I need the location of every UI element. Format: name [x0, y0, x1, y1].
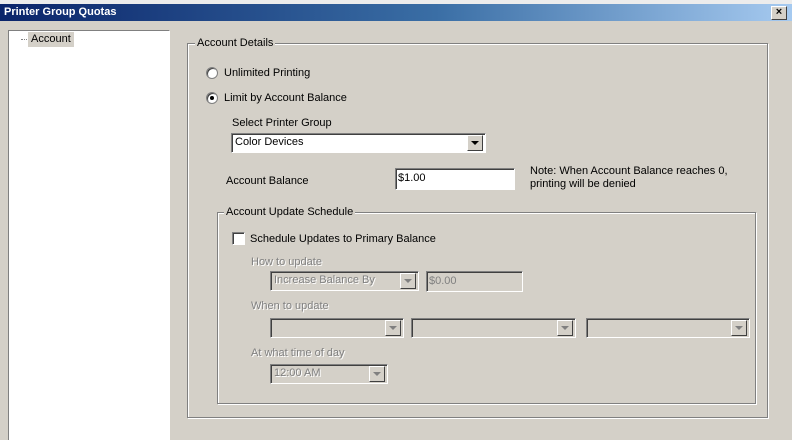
navigation-tree: Account — [8, 30, 170, 440]
chevron-down-icon — [471, 141, 479, 145]
when-dropdown-button-3[interactable] — [731, 320, 747, 336]
chevron-down-icon — [389, 326, 397, 330]
printer-group-select[interactable]: Color Devices — [231, 133, 486, 153]
account-balance-input[interactable]: $1.00 — [395, 168, 515, 190]
when-to-update-label: When to update — [251, 300, 329, 312]
schedule-updates-checkbox[interactable] — [232, 232, 245, 245]
when-to-update-select-3[interactable] — [586, 318, 750, 338]
update-amount-input[interactable]: $0.00 — [426, 271, 523, 292]
chevron-down-icon — [373, 372, 381, 376]
when-dropdown-button-2[interactable] — [557, 320, 573, 336]
radio-selected-dot — [210, 96, 214, 100]
when-to-update-select-2[interactable] — [411, 318, 576, 338]
printer-group-label: Select Printer Group — [232, 117, 332, 129]
how-to-update-label: How to update — [251, 256, 322, 268]
chevron-down-icon — [404, 279, 412, 283]
time-of-day-label: At what time of day — [251, 347, 345, 359]
printer-group-value: Color Devices — [235, 136, 304, 148]
unlimited-printing-radio[interactable] — [206, 67, 218, 79]
printer-group-dropdown-button[interactable] — [467, 135, 483, 151]
close-icon: × — [775, 6, 783, 18]
tree-item-account[interactable]: Account — [28, 32, 74, 47]
schedule-updates-label[interactable]: Schedule Updates to Primary Balance — [250, 233, 436, 246]
when-to-update-select-1[interactable] — [270, 318, 404, 338]
time-of-day-select[interactable]: 12:00 AM — [270, 364, 388, 384]
time-of-day-value: 12:00 AM — [274, 367, 321, 379]
limit-by-balance-radio[interactable] — [206, 92, 218, 104]
balance-note-line1: Note: When Account Balance reaches 0, — [530, 165, 728, 177]
how-to-update-value: Increase Balance By — [274, 274, 375, 286]
time-of-day-dropdown-button[interactable] — [369, 366, 385, 382]
title-bar: Printer Group Quotas × — [0, 4, 792, 21]
balance-note-line2: printing will be denied — [530, 178, 636, 190]
limit-by-balance-label[interactable]: Limit by Account Balance — [224, 92, 347, 105]
window-title: Printer Group Quotas — [4, 6, 117, 18]
update-schedule-legend: Account Update Schedule — [224, 206, 356, 219]
chevron-down-icon — [735, 326, 743, 330]
chevron-down-icon — [561, 326, 569, 330]
how-to-update-dropdown-button[interactable] — [400, 273, 416, 289]
when-dropdown-button-1[interactable] — [385, 320, 401, 336]
account-balance-label: Account Balance — [226, 175, 309, 187]
how-to-update-select[interactable]: Increase Balance By — [270, 271, 419, 291]
unlimited-printing-label[interactable]: Unlimited Printing — [224, 67, 310, 80]
account-details-legend: Account Details — [195, 37, 276, 50]
close-button[interactable]: × — [771, 6, 787, 20]
